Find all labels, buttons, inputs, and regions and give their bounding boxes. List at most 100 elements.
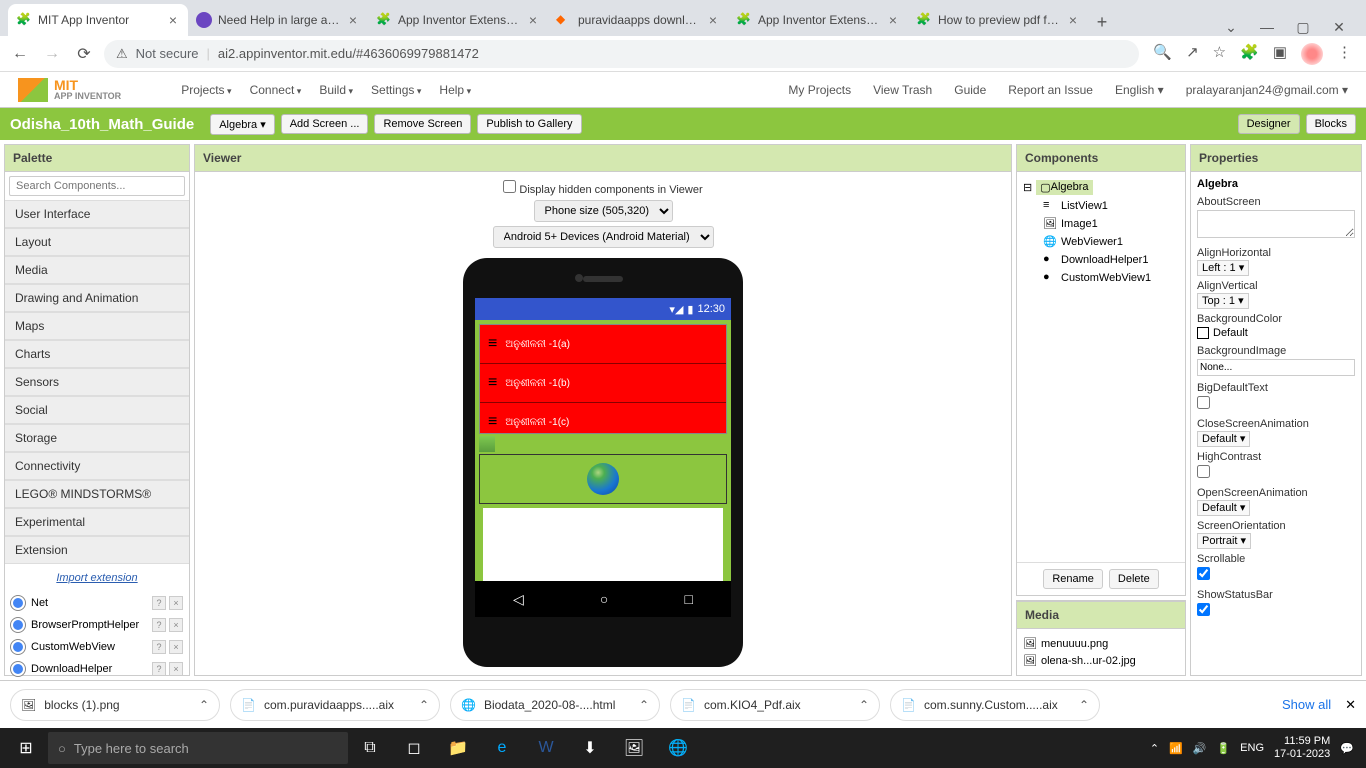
chrome-icon[interactable]: 🌐 bbox=[656, 728, 700, 768]
scrollable-checkbox[interactable] bbox=[1197, 567, 1210, 580]
taskbar-search[interactable]: ○Type here to search bbox=[48, 732, 348, 764]
tab-5[interactable]: 🧩How to preview pdf f…× bbox=[908, 4, 1088, 36]
chevron-up-icon[interactable]: ⌃ bbox=[859, 698, 869, 712]
rename-button[interactable]: Rename bbox=[1043, 569, 1103, 589]
battery-icon[interactable]: 🔋 bbox=[1216, 742, 1230, 755]
gallery-icon[interactable]: 🖼 bbox=[612, 728, 656, 768]
menu-build[interactable]: Build bbox=[319, 83, 353, 97]
bgimage-input[interactable] bbox=[1197, 359, 1355, 376]
menu-connect[interactable]: Connect bbox=[250, 83, 302, 97]
palette-cat-storage[interactable]: Storage bbox=[5, 424, 189, 452]
chevron-up-icon[interactable]: ⌃ bbox=[1079, 698, 1089, 712]
palette-cat-lego[interactable]: LEGO® MINDSTORMS® bbox=[5, 480, 189, 508]
link-report[interactable]: Report an Issue bbox=[1008, 83, 1093, 97]
close-icon[interactable]: × bbox=[166, 13, 180, 27]
new-tab-button[interactable]: + bbox=[1088, 8, 1116, 36]
show-all-link[interactable]: Show all bbox=[1282, 697, 1331, 712]
notifications-icon[interactable]: 💬 bbox=[1340, 742, 1354, 755]
orientation-dropdown[interactable]: Portrait bbox=[1197, 533, 1251, 549]
media-file[interactable]: 🖼olena-sh...ur-02.jpg bbox=[1023, 652, 1179, 669]
tab-4[interactable]: 🧩App Inventor Extensio…× bbox=[728, 4, 908, 36]
help-icon[interactable]: ? bbox=[152, 640, 166, 654]
start-button[interactable]: ⊞ bbox=[4, 728, 48, 768]
menu-icon[interactable]: ⋮ bbox=[1337, 43, 1352, 65]
about-textarea[interactable] bbox=[1197, 210, 1355, 238]
download-item[interactable]: 🌐Biodata_2020-08-....html⌃ bbox=[450, 689, 660, 721]
link-account[interactable]: pralayaranjan24@gmail.com ▾ bbox=[1186, 83, 1348, 97]
url-input[interactable]: ⚠ Not secure | ai2.appinventor.mit.edu/#… bbox=[104, 40, 1139, 68]
webviewer-preview[interactable] bbox=[479, 454, 727, 504]
explorer-icon[interactable]: 📁 bbox=[436, 728, 480, 768]
highcontrast-checkbox[interactable] bbox=[1197, 465, 1210, 478]
download-item[interactable]: 📄com.KIO4_Pdf.aix⌃ bbox=[670, 689, 880, 721]
android-version-select[interactable]: Android 5+ Devices (Android Material) bbox=[493, 226, 714, 248]
palette-cat-maps[interactable]: Maps bbox=[5, 312, 189, 340]
palette-cat-media[interactable]: Media bbox=[5, 256, 189, 284]
link-language[interactable]: English ▾ bbox=[1115, 83, 1164, 97]
delete-icon[interactable]: × bbox=[169, 618, 183, 632]
alignh-dropdown[interactable]: Left : 1 bbox=[1197, 260, 1249, 276]
palette-cat-extension[interactable]: Extension bbox=[5, 536, 189, 564]
share-icon[interactable]: ↗ bbox=[1186, 43, 1199, 65]
extensions-icon[interactable]: 🧩 bbox=[1240, 43, 1259, 65]
help-icon[interactable]: ? bbox=[152, 596, 166, 610]
link-guide[interactable]: Guide bbox=[954, 83, 986, 97]
minimize-icon[interactable]: — bbox=[1258, 19, 1276, 36]
import-extension-link[interactable]: Import extension bbox=[15, 568, 179, 588]
delete-icon[interactable]: × bbox=[169, 596, 183, 610]
word-icon[interactable]: W bbox=[524, 728, 568, 768]
tab-3[interactable]: ◆puravidaapps downlo…× bbox=[548, 4, 728, 36]
close-icon[interactable]: ✕ bbox=[1330, 19, 1348, 36]
palette-cat-ui[interactable]: User Interface bbox=[5, 200, 189, 228]
side-panel-icon[interactable]: ▣ bbox=[1273, 43, 1287, 65]
palette-cat-experimental[interactable]: Experimental bbox=[5, 508, 189, 536]
language-indicator[interactable]: ENG bbox=[1240, 742, 1264, 754]
tree-root[interactable]: ⊟▢ Algebra bbox=[1023, 178, 1179, 197]
menu-projects[interactable]: Projects bbox=[181, 83, 231, 97]
logo[interactable]: MITAPP INVENTOR bbox=[18, 78, 121, 102]
ext-browserprompt[interactable]: BrowserPromptHelper?× bbox=[5, 614, 189, 636]
star-icon[interactable]: ☆ bbox=[1213, 43, 1226, 65]
menu-settings[interactable]: Settings bbox=[371, 83, 421, 97]
close-icon[interactable]: × bbox=[346, 13, 360, 27]
delete-icon[interactable]: × bbox=[169, 662, 183, 676]
tree-customwebview[interactable]: ●CustomWebView1 bbox=[1043, 269, 1179, 287]
download-item[interactable]: 📄com.puravidaapps.....aix⌃ bbox=[230, 689, 440, 721]
designer-button[interactable]: Designer bbox=[1238, 114, 1300, 134]
close-icon[interactable]: × bbox=[526, 13, 540, 27]
palette-cat-layout[interactable]: Layout bbox=[5, 228, 189, 256]
tab-2[interactable]: 🧩App Inventor Extensio…× bbox=[368, 4, 548, 36]
edge-icon[interactable]: e bbox=[480, 728, 524, 768]
back-button[interactable]: ← bbox=[8, 42, 32, 66]
tree-listview[interactable]: ≡ListView1 bbox=[1043, 197, 1179, 215]
palette-cat-drawing[interactable]: Drawing and Animation bbox=[5, 284, 189, 312]
tree-webviewer[interactable]: 🌐WebViewer1 bbox=[1043, 233, 1179, 251]
reload-button[interactable]: ⟳ bbox=[72, 42, 96, 66]
help-icon[interactable]: ? bbox=[152, 618, 166, 632]
alignv-dropdown[interactable]: Top : 1 bbox=[1197, 293, 1249, 309]
download-item[interactable]: 🖼blocks (1).png⌃ bbox=[10, 689, 220, 721]
close-icon[interactable]: × bbox=[1066, 13, 1080, 27]
tray-expand-icon[interactable]: ⌃ bbox=[1150, 742, 1159, 755]
delete-icon[interactable]: × bbox=[169, 640, 183, 654]
volume-icon[interactable]: 🔊 bbox=[1193, 742, 1207, 755]
blocks-button[interactable]: Blocks bbox=[1306, 114, 1356, 134]
screen-canvas[interactable]: ▾◢▮12:30 ଅନୁଶୀଳନୀ -1(a) ଅନୁଶୀଳନୀ -1(b) ଅ… bbox=[475, 298, 731, 617]
media-file[interactable]: 🖼menuuuu.png bbox=[1023, 635, 1179, 652]
phone-size-select[interactable]: Phone size (505,320) bbox=[534, 200, 673, 222]
close-icon[interactable]: × bbox=[706, 13, 720, 27]
search-components-input[interactable] bbox=[9, 176, 185, 196]
collapse-icon[interactable]: ⊟ bbox=[1023, 181, 1032, 194]
close-icon[interactable]: ✕ bbox=[1345, 697, 1356, 713]
hidden-components-checkbox[interactable]: Display hidden components in Viewer bbox=[503, 180, 702, 196]
add-screen-button[interactable]: Add Screen ... bbox=[281, 114, 369, 134]
palette-cat-social[interactable]: Social bbox=[5, 396, 189, 424]
download-item[interactable]: 📄com.sunny.Custom.....aix⌃ bbox=[890, 689, 1100, 721]
chevron-up-icon[interactable]: ⌃ bbox=[419, 698, 429, 712]
list-item[interactable]: ଅନୁଶୀଳନୀ -1(b) bbox=[480, 364, 726, 403]
idm-icon[interactable]: ⬇ bbox=[568, 728, 612, 768]
showstatus-checkbox[interactable] bbox=[1197, 603, 1210, 616]
help-icon[interactable]: ? bbox=[152, 662, 166, 676]
ext-downloadhelper[interactable]: DownloadHelper?× bbox=[5, 658, 189, 680]
menu-help[interactable]: Help bbox=[439, 83, 471, 97]
